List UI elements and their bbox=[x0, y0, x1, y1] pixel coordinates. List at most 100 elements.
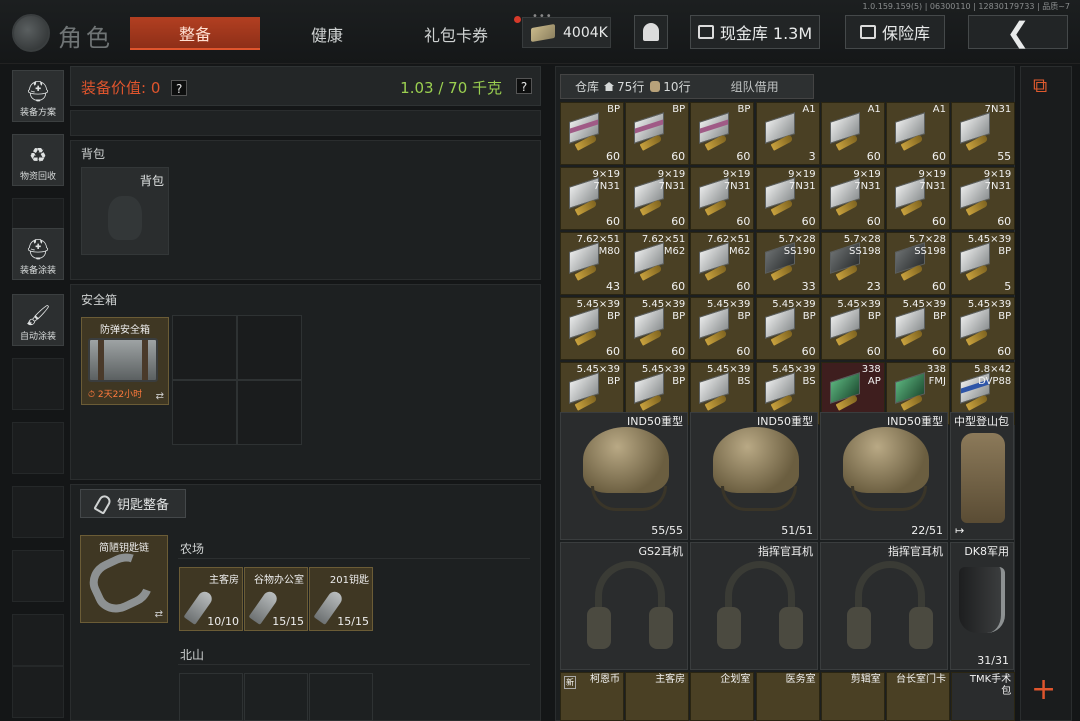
ammo-slot[interactable]: 7.62×51 M62 60 bbox=[690, 232, 755, 295]
ammo-count: 60 bbox=[997, 345, 1012, 358]
weight-help-icon[interactable]: ? bbox=[516, 78, 532, 94]
headset-item[interactable]: 指挥官耳机 bbox=[820, 542, 948, 670]
safe-box-slot[interactable]: 防弹安全箱 ⏱ 2天22小时 ⇄ bbox=[81, 317, 169, 405]
paint-icon: ⛑ bbox=[25, 237, 51, 261]
item-name: TMK手术 包 bbox=[969, 674, 1012, 697]
keychain-slot[interactable]: 简陋钥匙链 ⇄ bbox=[80, 535, 168, 623]
safe-box-timer-text: 2天22小时 bbox=[97, 390, 143, 400]
ammo-slot[interactable]: 9×19 7N31 60 bbox=[886, 167, 950, 230]
tab-equipment[interactable]: 整备 bbox=[130, 17, 260, 50]
ammo-slot[interactable]: 5.45×39 BP 60 bbox=[820, 297, 885, 360]
headset-item[interactable]: GS2耳机 bbox=[560, 542, 688, 670]
key-item[interactable]: 201钥匙 15/15 bbox=[309, 567, 373, 631]
operator-button[interactable] bbox=[634, 15, 668, 49]
ammo-count: 60 bbox=[671, 150, 686, 163]
ammo-slot[interactable]: BP 60 bbox=[560, 102, 624, 165]
ammo-count: 60 bbox=[932, 345, 946, 358]
ammo-slot[interactable]: 5.45×39 BP 5 bbox=[951, 232, 1016, 295]
ammo-slot[interactable]: 9×19 7N31 60 bbox=[560, 167, 624, 230]
cash-vault-button[interactable]: 现金库 1.3M bbox=[690, 15, 820, 49]
ammo-slot[interactable]: 5.45×39 BP 60 bbox=[560, 297, 624, 360]
ammo-count: 60 bbox=[932, 280, 946, 293]
ammo-slot[interactable]: 9×19 7N31 60 bbox=[820, 167, 885, 230]
add-button[interactable]: + bbox=[1031, 675, 1056, 705]
sidebar-item-auto-paint[interactable]: 🖌 自动涂装 bbox=[12, 294, 64, 346]
faceshield-item[interactable]: DK8军用 31/31 bbox=[950, 542, 1014, 670]
item-name: 柯恩币 bbox=[590, 674, 620, 685]
safe-vault-label: 保险库 bbox=[881, 24, 930, 43]
swap-icon[interactable]: ⇄ bbox=[156, 391, 164, 402]
backpack-item[interactable]: 中型登山包 ↦ bbox=[950, 412, 1014, 540]
ammo-slot[interactable]: BP 60 bbox=[690, 102, 755, 165]
key-item[interactable]: 谷物办公室 15/15 bbox=[244, 567, 308, 631]
safe-vault-button[interactable]: 保险库 bbox=[845, 15, 945, 49]
helmet-item[interactable]: IND50重型 51/51 bbox=[690, 412, 818, 540]
ammo-count: 5 bbox=[1004, 280, 1012, 293]
ammo-slot[interactable]: 5.45×39 BP 60 bbox=[625, 297, 690, 360]
ammo-caliber: 5.45×39 BP bbox=[576, 299, 620, 322]
keychain-icon bbox=[82, 545, 160, 621]
bottom-item[interactable]: 主客房 bbox=[625, 672, 690, 721]
ammo-slot[interactable]: 5.7×28 SS198 60 bbox=[886, 232, 950, 295]
back-button[interactable]: ❮ bbox=[968, 15, 1068, 49]
ammo-slot[interactable]: A1 3 bbox=[755, 102, 820, 165]
key-icon bbox=[93, 492, 113, 515]
bottom-item[interactable]: 台长室门卡 bbox=[886, 672, 950, 721]
ammo-slot[interactable]: 5.45×39 BP 60 bbox=[690, 297, 755, 360]
bottom-item[interactable]: 医务室 bbox=[755, 672, 820, 721]
ammo-slot[interactable]: 7N31 55 bbox=[951, 102, 1016, 165]
ammo-caliber: 9×19 7N31 bbox=[983, 169, 1012, 192]
sidebar-item-recycle[interactable]: ♻ 物资回收 bbox=[12, 134, 64, 186]
tab-health[interactable]: 健康 bbox=[262, 17, 392, 50]
sidebar-item-paint[interactable]: ⛑ 装备涂装 bbox=[12, 228, 64, 280]
faceshield-icon bbox=[959, 567, 1005, 633]
helmet-item[interactable]: IND50重型 55/55 bbox=[560, 412, 688, 540]
ammo-slot[interactable]: 5.45×39 BP 60 bbox=[886, 297, 950, 360]
safe-icon bbox=[859, 25, 876, 39]
ammo-slot[interactable]: 7.62×51 M62 60 bbox=[625, 232, 690, 295]
item-name: IND50重型 bbox=[627, 415, 683, 428]
ammo-count: 33 bbox=[801, 280, 816, 293]
tab-warehouse[interactable]: 仓库 75行 10行 组队借用 bbox=[560, 74, 814, 99]
sidebar-empty-slot bbox=[12, 550, 64, 602]
bottom-item[interactable]: 柯恩币 新 bbox=[560, 672, 624, 721]
sidebar-empty-slot bbox=[12, 358, 64, 410]
ammo-slot[interactable]: 9×19 7N31 60 bbox=[951, 167, 1016, 230]
ammo-slot[interactable]: 9×19 7N31 60 bbox=[625, 167, 690, 230]
backpack-slot[interactable]: 背包 bbox=[81, 167, 169, 255]
key-item[interactable]: 主客房 10/10 bbox=[179, 567, 243, 631]
sidebar-item-loadout[interactable]: ⛑ 装备方案 bbox=[12, 70, 64, 122]
helmet-item[interactable]: IND50重型 22/51 bbox=[820, 412, 948, 540]
key-empty-slot[interactable] bbox=[179, 673, 243, 721]
ammo-caliber: 9×19 7N31 bbox=[788, 169, 816, 192]
ammo-slot[interactable]: 5.7×28 SS198 23 bbox=[820, 232, 885, 295]
ammo-slot[interactable]: 7.62×51 M80 43 bbox=[560, 232, 624, 295]
key-empty-slot[interactable] bbox=[309, 673, 373, 721]
headset-item[interactable]: 指挥官耳机 bbox=[690, 542, 818, 670]
helmet-icon bbox=[843, 427, 929, 511]
currency-display[interactable]: 4004K bbox=[522, 17, 611, 48]
equipment-value: 装备价值: 0 ? bbox=[81, 77, 188, 98]
bottom-item[interactable]: 剪辑室 bbox=[820, 672, 885, 721]
key-loadout-button[interactable]: 钥匙整备 bbox=[80, 489, 186, 518]
ammo-slot[interactable]: 5.45×39 BP 60 bbox=[755, 297, 820, 360]
key-empty-slot[interactable] bbox=[244, 673, 308, 721]
ammo-slot[interactable]: 9×19 7N31 60 bbox=[690, 167, 755, 230]
swap-icon[interactable]: ⇄ bbox=[155, 609, 163, 620]
ammo-slot[interactable]: A1 60 bbox=[886, 102, 950, 165]
ammo-slot[interactable]: A1 60 bbox=[820, 102, 885, 165]
bottom-item[interactable]: 企划室 bbox=[690, 672, 755, 721]
safe-box-grid-cell[interactable] bbox=[172, 315, 237, 380]
sort-icon[interactable]: ⧉ bbox=[1033, 73, 1047, 97]
safe-box-grid-cell[interactable] bbox=[237, 315, 302, 380]
safe-box-grid-cell[interactable] bbox=[237, 380, 302, 445]
ammo-slot[interactable]: 9×19 7N31 60 bbox=[755, 167, 820, 230]
ammo-slot[interactable]: BP 60 bbox=[625, 102, 690, 165]
tab-team-borrow[interactable]: 组队借用 bbox=[731, 78, 779, 95]
ammo-slot[interactable]: 5.45×39 BP 60 bbox=[951, 297, 1016, 360]
bottom-item[interactable]: TMK手术 包 bbox=[951, 672, 1016, 721]
ammo-slot[interactable]: 5.7×28 SS190 33 bbox=[755, 232, 820, 295]
help-icon[interactable]: ? bbox=[171, 80, 188, 96]
tab-gift-cards[interactable]: 礼包卡券 bbox=[394, 17, 518, 50]
safe-box-grid-cell[interactable] bbox=[172, 380, 237, 445]
